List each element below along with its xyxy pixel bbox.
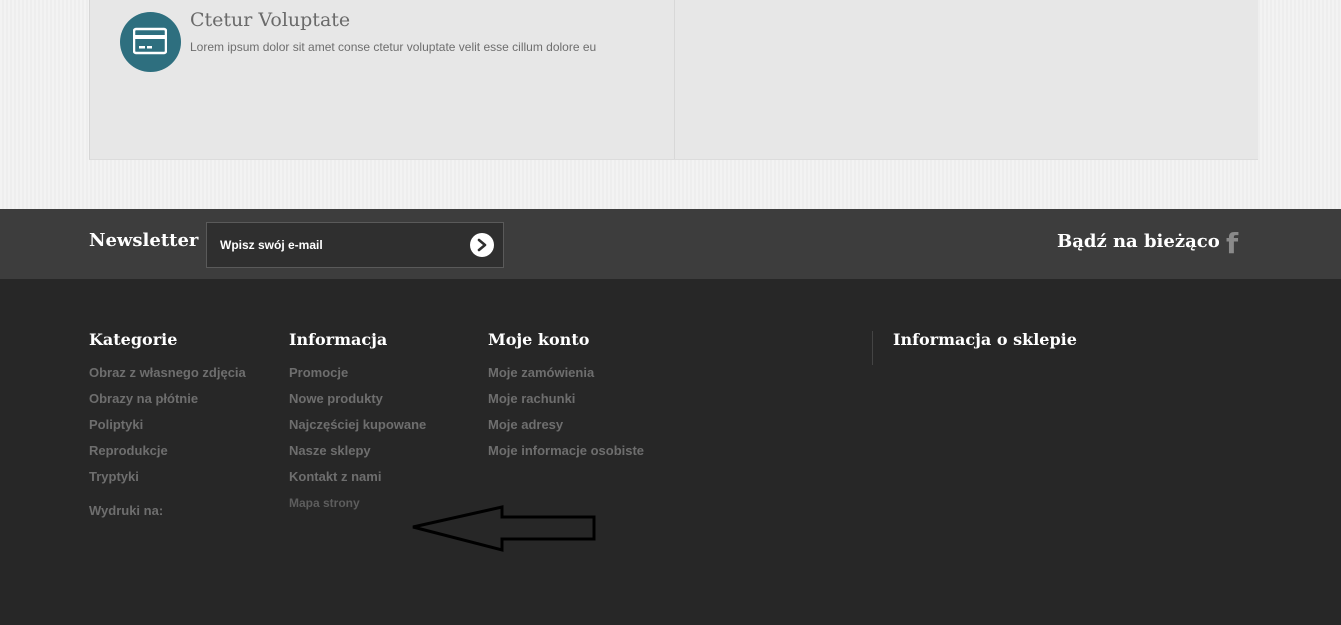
newsletter-email-input[interactable]: Wpisz swój e-mail: [206, 222, 504, 268]
footer-link[interactable]: Obrazy na płótnie: [89, 391, 246, 417]
store-info-divider: [872, 331, 873, 365]
footer-heading-categories: Kategorie: [89, 330, 178, 349]
footer-link[interactable]: Promocje: [289, 365, 427, 391]
feature-panel: Ctetur Voluptate Lorem ipsum dolor sit a…: [89, 0, 1258, 160]
newsletter-bar: Newsletter Wpisz swój e-mail Bądź na bie…: [0, 209, 1341, 279]
footer-link[interactable]: Moje informacje osobiste: [488, 443, 644, 469]
footer-link[interactable]: Obraz z własnego zdjęcia: [89, 365, 246, 391]
feature-title: Ctetur Voluptate: [190, 9, 351, 31]
footer-link[interactable]: Najczęściej kupowane: [289, 417, 427, 443]
arrow-left-icon: [412, 505, 596, 552]
newsletter-submit-button[interactable]: [470, 233, 494, 257]
footer-link[interactable]: Moje adresy: [488, 417, 644, 443]
footer-account: Moje konto Moje zamówienia Moje rachunki…: [488, 330, 644, 469]
footer-heading-account: Moje konto: [488, 330, 590, 349]
footer-information: Informacja Promocje Nowe produkty Najczę…: [289, 330, 427, 521]
footer-link[interactable]: Kontakt z nami: [289, 469, 427, 495]
social-label: Bądź na bieżąco: [1057, 231, 1220, 252]
facebook-icon[interactable]: f: [1226, 229, 1248, 259]
footer-link[interactable]: Moje rachunki: [488, 391, 644, 417]
footer-heading-store-info: Informacja o sklepie: [893, 330, 1077, 349]
footer-link[interactable]: Tryptyki: [89, 469, 246, 495]
footer-link[interactable]: Nowe produkty: [289, 391, 427, 417]
footer-link[interactable]: Poliptyki: [89, 417, 246, 443]
newsletter-label: Newsletter: [89, 230, 199, 251]
footer-store-info: Informacja o sklepie: [893, 330, 1077, 365]
footer-link[interactable]: Moje zamówienia: [488, 365, 644, 391]
panel-divider: [674, 0, 675, 159]
footer-link[interactable]: Mapa strony: [289, 495, 427, 521]
footer-link[interactable]: Nasze sklepy: [289, 443, 427, 469]
footer-heading-information: Informacja: [289, 330, 388, 349]
feature-description: Lorem ipsum dolor sit amet conse ctetur …: [190, 40, 597, 54]
footer: Kategorie Obraz z własnego zdjęcia Obraz…: [0, 279, 1341, 625]
footer-prints-label: Wydruki na:: [89, 503, 164, 518]
footer-categories: Kategorie Obraz z własnego zdjęcia Obraz…: [89, 330, 246, 518]
content-area: Ctetur Voluptate Lorem ipsum dolor sit a…: [0, 0, 1341, 209]
credit-card-icon: [120, 12, 181, 72]
newsletter-placeholder: Wpisz swój e-mail: [220, 238, 323, 252]
chevron-right-icon: [477, 238, 487, 252]
footer-link[interactable]: Reprodukcje: [89, 443, 246, 469]
